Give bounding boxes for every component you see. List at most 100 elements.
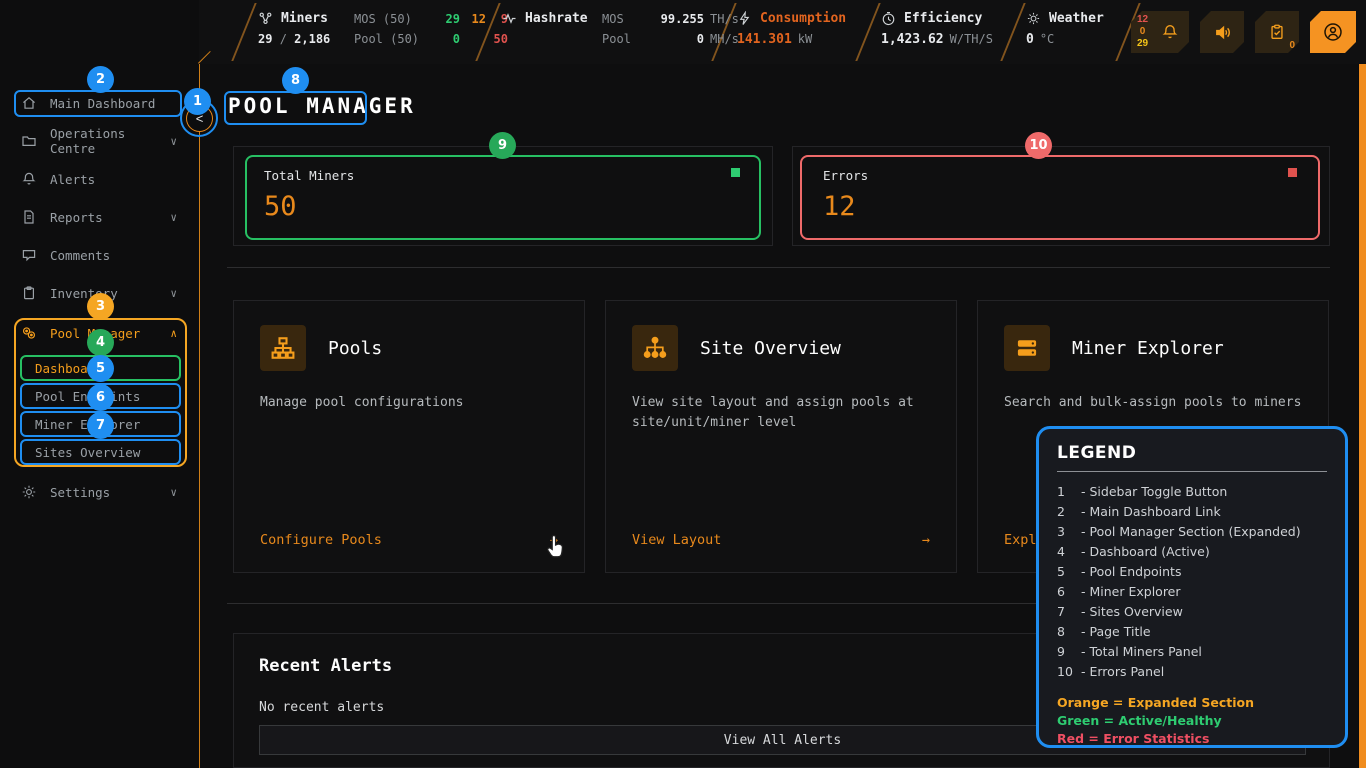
card-description: Manage pool configurations [260, 393, 562, 413]
stat-consumption: Consumption 141.301kW [737, 11, 846, 47]
weather-unit: °C [1034, 32, 1054, 46]
annotation-badge-4: 4 [87, 329, 114, 356]
sidebar-subitem-sites-overview[interactable]: Sites Overview [24, 439, 181, 465]
legend-title: LEGEND [1057, 443, 1327, 463]
miners-icon [258, 11, 273, 26]
card-description: Search and bulk-assign pools to miners [1004, 393, 1306, 413]
sidebar-label: Settings [50, 485, 110, 500]
header-divider [231, 3, 256, 61]
efficiency-label: Efficiency [904, 11, 982, 26]
weather-value: 0 [1026, 32, 1034, 47]
legend-item-label: - Dashboard (Active) [1081, 542, 1210, 562]
vertical-scrollbar[interactable] [1359, 64, 1366, 768]
sidebar-item-settings[interactable]: Settings ∨ [12, 479, 187, 505]
notifications-button[interactable]: 12 0 29 [1131, 11, 1189, 53]
annotation-badge-9: 9 [489, 132, 516, 159]
annotation-badge-2: 2 [87, 66, 114, 93]
section-divider [227, 267, 1330, 268]
card-title: Site Overview [700, 338, 841, 359]
header-divider [855, 3, 880, 61]
clipboard-check-icon [1268, 23, 1286, 41]
folder-icon [21, 133, 37, 149]
no-alerts-text: No recent alerts [259, 700, 384, 715]
legend-item: 3 - Pool Manager Section (Expanded) [1057, 522, 1327, 542]
bell-badge-yellow: 29 [1137, 38, 1148, 50]
stat-weather: Weather 0°C [1026, 11, 1104, 47]
header-divider [1000, 3, 1025, 61]
sidebar-label: Main Dashboard [50, 96, 155, 111]
sidebar-item-operations-centre[interactable]: Operations Centre ∨ [12, 128, 187, 154]
legend-item: 4 - Dashboard (Active) [1057, 542, 1327, 562]
stat-efficiency: Efficiency 1,423.62W/TH/S [881, 11, 993, 47]
legend-item: 1 - Sidebar Toggle Button [1057, 482, 1327, 502]
bell-icon [21, 171, 37, 187]
legend-item-label: - Total Miners Panel [1081, 642, 1202, 662]
bell-badge-orange: 0 [1137, 26, 1148, 38]
sidebar-label: Alerts [50, 172, 95, 187]
sitemap-icon [260, 325, 306, 371]
chevron-down-icon: ∨ [170, 287, 177, 300]
legend-panel: LEGEND 1 - Sidebar Toggle Button 2 - Mai… [1036, 426, 1348, 748]
sidebar-item-comments[interactable]: Comments [12, 242, 187, 268]
notification-counts: 12 0 29 [1137, 14, 1148, 50]
miners-pool-key: Pool (50) [354, 32, 430, 46]
legend-item: 6 - Miner Explorer [1057, 582, 1327, 602]
view-layout-link[interactable]: View Layout [632, 532, 721, 548]
miners-label: Miners [281, 11, 328, 26]
chevron-down-icon: ∨ [170, 211, 177, 224]
tasks-button[interactable]: 0 [1255, 11, 1299, 53]
hashrate-mos-key: MOS [602, 12, 646, 26]
errors-panel: Errors 12 [792, 146, 1330, 246]
recent-alerts-heading: Recent Alerts [259, 656, 392, 676]
sidebar-item-main-dashboard[interactable]: Main Dashboard [12, 90, 187, 116]
annotation-badge-7: 7 [87, 412, 114, 439]
arrow-right-icon: → [550, 532, 558, 548]
sidebar-label: Reports [50, 210, 103, 225]
user-icon [1323, 22, 1343, 42]
consumption-unit: kW [792, 32, 812, 46]
consumption-icon [737, 11, 752, 26]
legend-item: 9 - Total Miners Panel [1057, 642, 1327, 662]
legend-item: 5 - Pool Endpoints [1057, 562, 1327, 582]
legend-item-label: - Miner Explorer [1081, 582, 1181, 602]
stat-hashrate: Hashrate MOS 99.255 TH/s Pool 0 MH/s [502, 11, 746, 46]
total-miners-label: Total Miners [264, 168, 354, 183]
card-title: Pools [328, 338, 382, 359]
legend-item-number: 9 [1057, 642, 1081, 662]
site-overview-card[interactable]: Site Overview View site layout and assig… [605, 300, 957, 573]
clipboard-icon [21, 285, 37, 301]
card-title: Miner Explorer [1072, 338, 1224, 359]
weather-label: Weather [1049, 11, 1104, 26]
miners-mos-ok: 29 [430, 12, 460, 26]
total-miners-value: 50 [264, 191, 297, 222]
errors-label: Errors [823, 168, 868, 183]
legend-note-green: Green = Active/Healthy [1057, 712, 1327, 730]
chevron-down-icon: ∨ [170, 486, 177, 499]
miners-pool-ok: 0 [430, 32, 460, 46]
legend-items: 1 - Sidebar Toggle Button 2 - Main Dashb… [1057, 482, 1327, 682]
legend-item-number: 3 [1057, 522, 1081, 542]
legend-item: 7 - Sites Overview [1057, 602, 1327, 622]
legend-item-number: 8 [1057, 622, 1081, 642]
consumption-label: Consumption [760, 11, 846, 26]
profile-button[interactable] [1310, 11, 1356, 53]
hashrate-pool-key: Pool [602, 32, 646, 46]
legend-item-number: 6 [1057, 582, 1081, 602]
legend-item-label: - Page Title [1081, 622, 1151, 642]
legend-item: 8 - Page Title [1057, 622, 1327, 642]
errors-value: 12 [823, 191, 856, 222]
message-icon [21, 247, 37, 263]
hashrate-pool-value: 0 [646, 32, 704, 46]
sound-button[interactable] [1200, 11, 1244, 53]
server-stack-icon [1004, 325, 1050, 371]
configure-pools-link[interactable]: Configure Pools [260, 532, 382, 548]
file-text-icon [21, 209, 37, 225]
sidebar-sublabel: Sites Overview [35, 445, 140, 460]
pools-card[interactable]: Pools Manage pool configurations Configu… [233, 300, 585, 573]
bell-badge-red: 12 [1137, 14, 1148, 26]
sidebar-item-reports[interactable]: Reports ∨ [12, 204, 187, 230]
sidebar-item-alerts[interactable]: Alerts [12, 166, 187, 192]
stat-miners: Miners MOS (50) 29 12 9 29 / 2,186 Pool … [258, 11, 508, 46]
hashrate-mos-value: 99.255 [646, 12, 704, 26]
header-actions: 12 0 29 0 [1131, 11, 1356, 53]
